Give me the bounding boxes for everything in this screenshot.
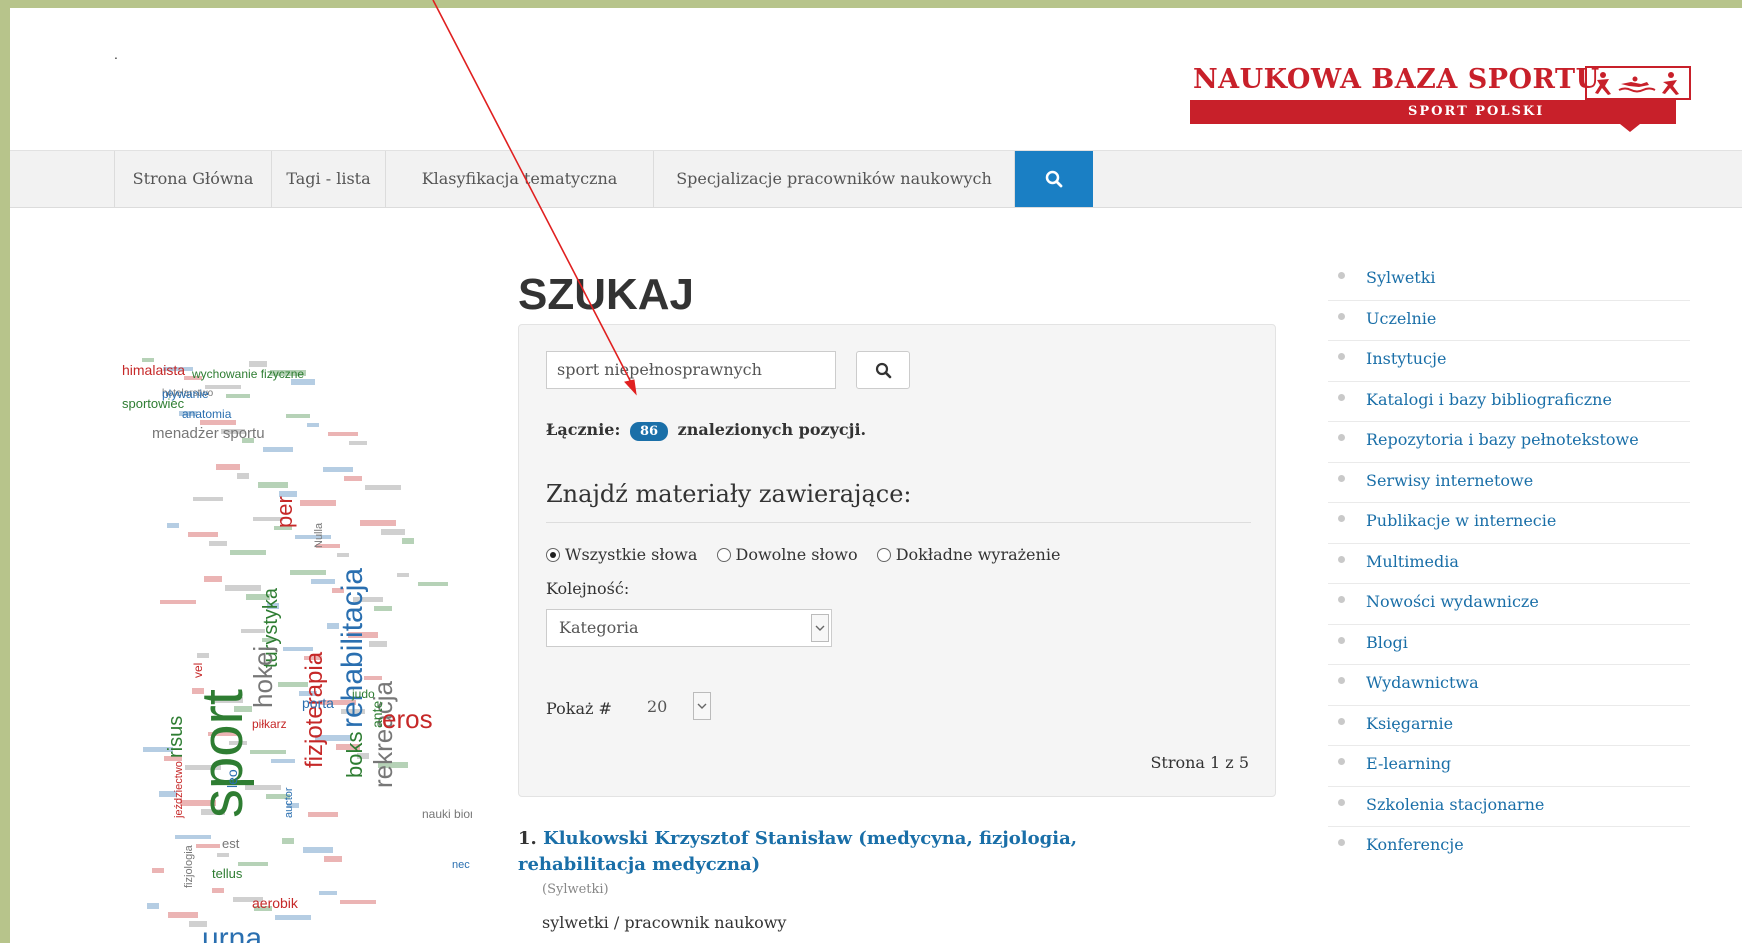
annotation-arrow <box>432 0 637 396</box>
